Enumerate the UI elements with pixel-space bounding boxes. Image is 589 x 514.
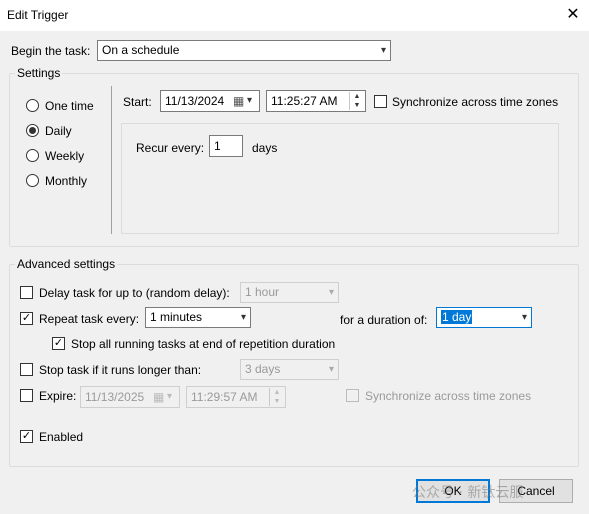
chevron-down-icon: ▾	[328, 364, 334, 375]
expire-date-value: 11/13/2025	[85, 390, 145, 404]
close-icon[interactable]: ✕	[563, 5, 583, 25]
radio-daily[interactable]	[26, 124, 39, 137]
start-time-value: 11:25:27 AM	[271, 94, 338, 108]
edit-trigger-dialog: Edit Trigger ✕ Begin the task: On a sche…	[0, 0, 589, 514]
enabled-checkbox[interactable]: ✓	[20, 430, 33, 443]
duration-label: for a duration of:	[340, 313, 428, 327]
start-date-value: 11/13/2024	[165, 94, 225, 108]
begin-task-value: On a schedule	[102, 43, 180, 57]
delay-value: 1 hour	[245, 285, 280, 299]
expire-label: Expire:	[39, 389, 77, 403]
repeat-label: Repeat task every:	[39, 312, 140, 326]
start-time-spinner[interactable]: ▲ ▼	[349, 92, 364, 110]
advanced-settings-title: Advanced settings	[15, 257, 118, 271]
expire-time-value: 11:29:57 AM	[191, 390, 258, 404]
expire-sync-label: Synchronize across time zones	[365, 389, 532, 403]
title-bar: Edit Trigger ✕	[0, 0, 589, 31]
recur-every-value: 1	[214, 139, 221, 153]
start-sync-checkbox[interactable]	[374, 95, 387, 108]
settings-group-title: Settings	[15, 66, 63, 80]
begin-task-dropdown[interactable]: On a schedule ▾	[97, 40, 391, 61]
start-sync-label: Synchronize across time zones	[392, 95, 559, 109]
calendar-icon[interactable]: ▦	[233, 91, 244, 111]
recur-unit-label: days	[252, 141, 278, 155]
start-label: Start:	[123, 95, 152, 109]
stop-longer-value: 3 days	[245, 362, 281, 376]
radio-one-time-label: One time	[45, 99, 94, 113]
stop-running-checkbox[interactable]: ✓	[52, 337, 65, 350]
radio-weekly-label: Weekly	[45, 149, 85, 163]
recur-panel	[121, 123, 559, 234]
recur-every-input[interactable]: 1	[209, 135, 243, 157]
settings-divider	[111, 86, 112, 234]
stop-longer-label: Stop task if it runs longer than:	[39, 363, 202, 377]
duration-dropdown[interactable]: 1 day ▾	[436, 307, 532, 328]
enabled-label: Enabled	[39, 430, 84, 444]
delay-label: Delay task for up to (random delay):	[39, 286, 230, 300]
chevron-down-icon: ▾	[240, 312, 246, 323]
watermark: 公众号 · 新钛云服	[412, 485, 524, 501]
window-title: Edit Trigger	[7, 8, 69, 22]
begin-task-label: Begin the task:	[11, 44, 91, 58]
radio-monthly-label: Monthly	[45, 174, 88, 188]
start-time-field[interactable]: 11:25:27 AM ▲ ▼	[266, 90, 366, 112]
recur-every-label: Recur every:	[136, 141, 205, 155]
expire-time-spinner[interactable]: ▲ ▼	[269, 388, 284, 406]
expire-sync-checkbox[interactable]	[346, 389, 359, 402]
expire-time-field[interactable]: 11:29:57 AM ▲ ▼	[186, 386, 286, 408]
radio-monthly[interactable]	[26, 174, 39, 187]
stop-longer-checkbox[interactable]	[20, 363, 33, 376]
repeat-interval-dropdown[interactable]: 1 minutes ▾	[145, 307, 251, 328]
start-date-picker[interactable]: 11/13/2024 ▦ ▾	[160, 90, 260, 112]
delay-checkbox[interactable]	[20, 286, 33, 299]
chevron-down-icon: ▾	[167, 391, 173, 402]
duration-value: 1 day	[441, 310, 473, 324]
expire-checkbox[interactable]	[20, 389, 33, 402]
delay-dropdown[interactable]: 1 hour ▾	[240, 282, 339, 303]
chevron-down-icon: ▾	[380, 45, 386, 56]
stop-longer-dropdown[interactable]: 3 days ▾	[240, 359, 339, 380]
chevron-down-icon: ▾	[521, 312, 527, 323]
radio-daily-label: Daily	[45, 124, 72, 138]
calendar-icon[interactable]: ▦	[153, 387, 164, 407]
radio-one-time[interactable]	[26, 99, 39, 112]
repeat-interval-value: 1 minutes	[150, 310, 203, 324]
stop-running-label: Stop all running tasks at end of repetit…	[71, 337, 336, 351]
chevron-down-icon: ▾	[328, 287, 334, 298]
chevron-down-icon: ▾	[247, 95, 253, 106]
expire-date-picker[interactable]: 11/13/2025 ▦ ▾	[80, 386, 180, 408]
radio-weekly[interactable]	[26, 149, 39, 162]
repeat-checkbox[interactable]: ✓	[20, 312, 33, 325]
